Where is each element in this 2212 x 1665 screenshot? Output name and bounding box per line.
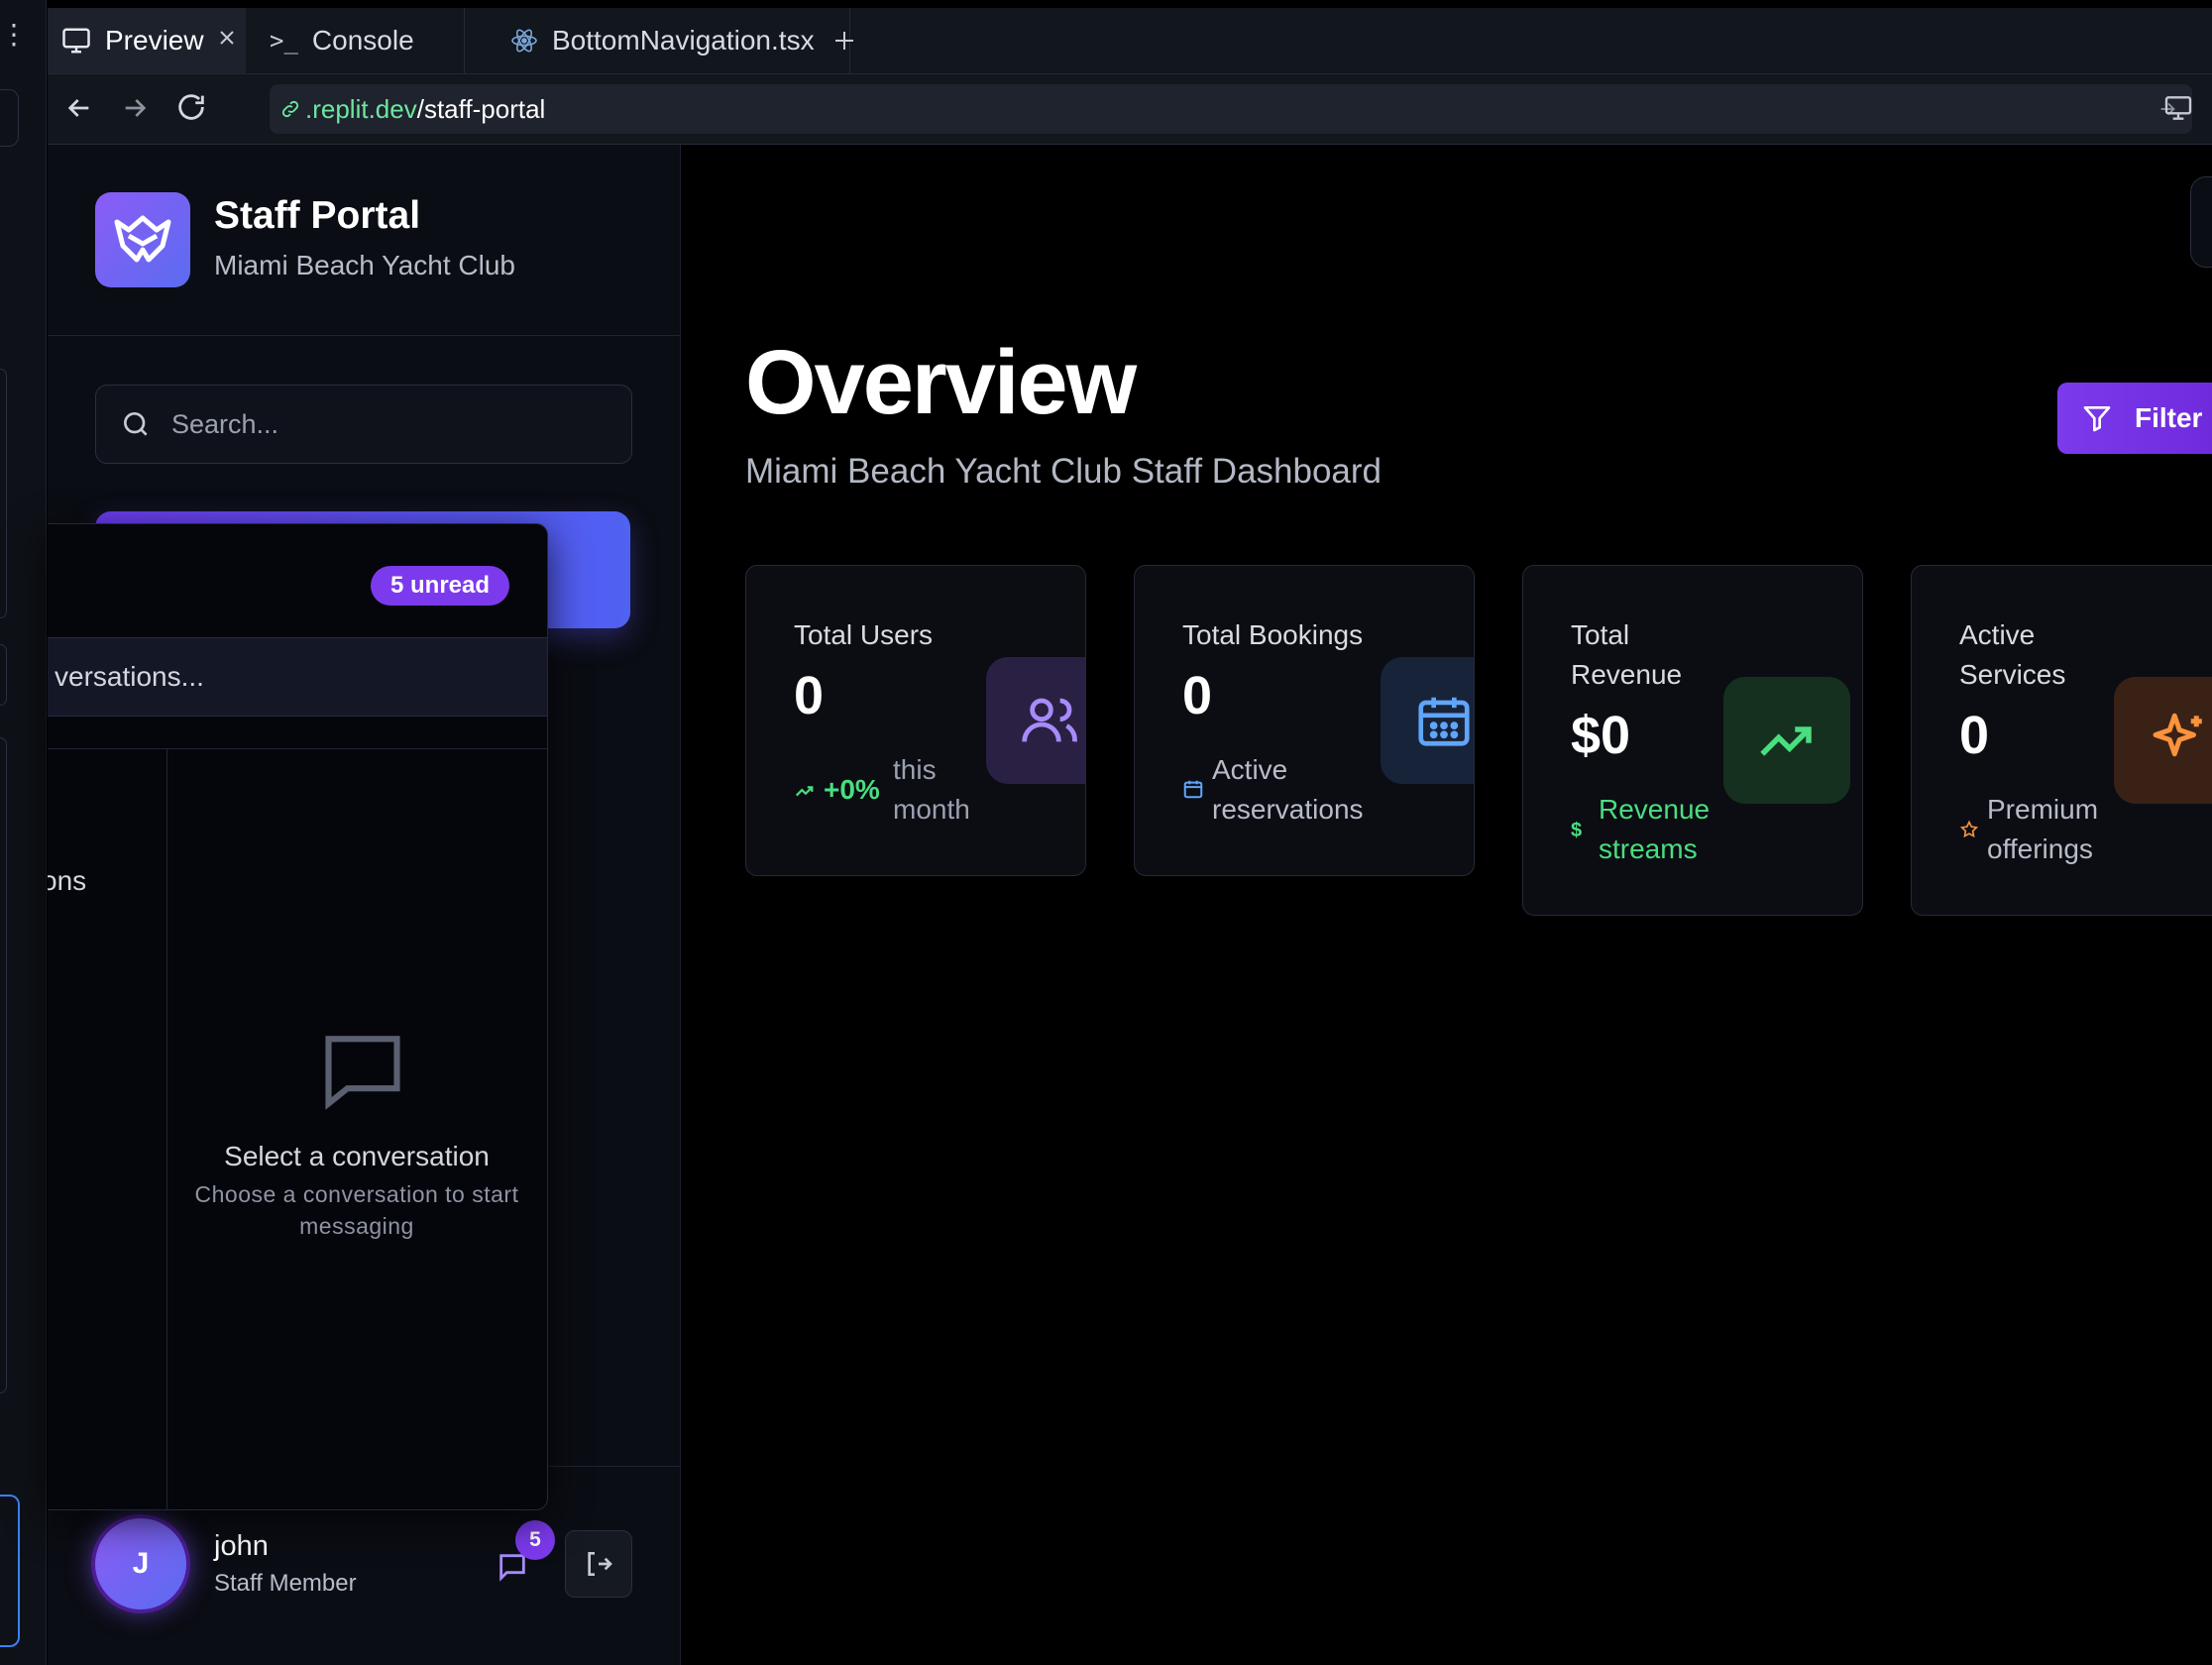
stat-title: Total Revenue xyxy=(1571,615,1682,695)
stat-note: Active reservations xyxy=(1212,754,1364,825)
user-role: Staff Member xyxy=(214,1570,357,1597)
sparkles-icon xyxy=(2114,677,2212,804)
stat-value: $0 xyxy=(1571,706,1631,765)
logo xyxy=(95,192,190,287)
empty-state-subtitle: Choose a conversation to start messaging xyxy=(194,1181,519,1239)
page-subtitle: Miami Beach Yacht Club Staff Dashboard xyxy=(745,452,1382,491)
stat-title-line: Total xyxy=(1571,619,1630,650)
stat-note: Revenue streams xyxy=(1599,794,1711,864)
ide-url-bar: .replit.dev/staff-portal xyxy=(48,74,2212,145)
monitor-icon xyxy=(61,27,91,55)
refresh-icon[interactable] xyxy=(174,90,208,124)
avatar[interactable]: J xyxy=(91,1514,190,1613)
stat-value: 0 xyxy=(1182,666,1213,725)
tab-console[interactable]: >_ Console xyxy=(260,8,488,73)
unread-badge: 5 unread xyxy=(371,566,510,606)
close-icon[interactable] xyxy=(218,29,236,47)
ide-left-strip: ⋮ xyxy=(0,0,47,1665)
messages-panel: 5 unread versations... ons Select a conv… xyxy=(48,523,548,1510)
search-placeholder: Search... xyxy=(171,408,279,439)
stat-card-total-users: Total Users 0 +0% this month xyxy=(745,565,1086,876)
stat-value: 0 xyxy=(794,666,825,725)
page-title: Overview xyxy=(745,332,1137,433)
panel-handle[interactable] xyxy=(0,644,7,706)
tab-bottomnavigation[interactable]: BottomNavigation.tsx xyxy=(464,8,850,73)
search-icon xyxy=(120,408,152,440)
stat-title-line: Services xyxy=(1959,659,2066,690)
panel-handle[interactable] xyxy=(0,1495,20,1647)
panel-handle[interactable] xyxy=(0,369,7,618)
message-square-icon xyxy=(317,1024,408,1115)
tab-label: BottomNavigation.tsx xyxy=(552,25,815,56)
stat-title: Total Users xyxy=(794,619,934,650)
divider xyxy=(48,748,547,749)
react-icon xyxy=(510,27,538,55)
more-icon[interactable]: ⋮ xyxy=(0,21,28,49)
empty-state-title: Select a conversation xyxy=(224,1141,490,1171)
conversation-search-input[interactable]: versations... xyxy=(48,637,547,717)
back-arrow-icon[interactable] xyxy=(63,92,95,124)
filter-label: Filter xyxy=(2135,402,2203,433)
stat-note: Premium offerings xyxy=(1987,794,2099,864)
message-count-badge: 5 xyxy=(515,1520,555,1560)
stat-trend: +0% xyxy=(824,774,880,805)
panel-handle[interactable] xyxy=(0,89,19,147)
logout-icon xyxy=(583,1548,614,1580)
logout-button[interactable] xyxy=(565,1530,632,1598)
url-field[interactable]: .replit.dev/staff-portal xyxy=(270,84,2192,134)
tab-preview[interactable]: Preview xyxy=(48,8,246,73)
dollar-icon: $ xyxy=(1571,820,1583,841)
brand-title: Staff Portal xyxy=(214,194,421,237)
tab-label: Preview xyxy=(105,25,204,56)
users-icon xyxy=(986,657,1085,784)
url-path: /staff-portal xyxy=(416,93,546,124)
user-name: john xyxy=(214,1530,269,1562)
new-tab-button[interactable] xyxy=(825,21,864,60)
conversation-list-label: ons xyxy=(48,865,87,896)
stat-card-total-bookings: Total Bookings 0 Active reservations xyxy=(1134,565,1475,876)
stat-card-total-revenue: Total Revenue $0 $ Revenue streams xyxy=(1522,565,1863,916)
filter-button[interactable]: Filter xyxy=(2057,383,2212,454)
divider xyxy=(166,748,167,1509)
url-host: .replit.dev xyxy=(305,93,417,124)
conversation-search-placeholder: versations... xyxy=(55,661,204,692)
calendar-small-icon xyxy=(1182,778,1204,800)
stat-title: Active Services xyxy=(1959,615,2065,695)
stat-title: Total Bookings xyxy=(1182,619,1364,650)
stat-note: this month xyxy=(893,754,970,825)
link-icon xyxy=(279,98,301,120)
star-icon xyxy=(1959,820,1979,839)
stat-title-line: Active xyxy=(1959,619,2036,650)
forward-arrow-icon[interactable] xyxy=(119,92,151,124)
header-button[interactable] xyxy=(2190,176,2212,268)
stat-value: 0 xyxy=(1959,706,1990,765)
trending-up-icon xyxy=(794,780,816,802)
stat-card-active-services: Active Services 0 Premium offerings xyxy=(1911,565,2212,916)
ide-tab-bar: Preview >_ Console BottomNavigation.tsx xyxy=(48,8,2212,74)
stat-title-line: Revenue xyxy=(1571,659,1683,690)
brand-subtitle: Miami Beach Yacht Club xyxy=(214,250,515,280)
divider xyxy=(48,335,680,336)
trending-up-icon xyxy=(1723,677,1850,804)
panel-handle[interactable] xyxy=(0,737,7,1393)
terminal-icon: >_ xyxy=(270,27,298,55)
sidebar-search-input[interactable]: Search... xyxy=(95,385,632,464)
device-preview-icon[interactable] xyxy=(2162,92,2194,124)
filter-icon xyxy=(2081,402,2113,434)
tab-label: Console xyxy=(311,25,414,56)
